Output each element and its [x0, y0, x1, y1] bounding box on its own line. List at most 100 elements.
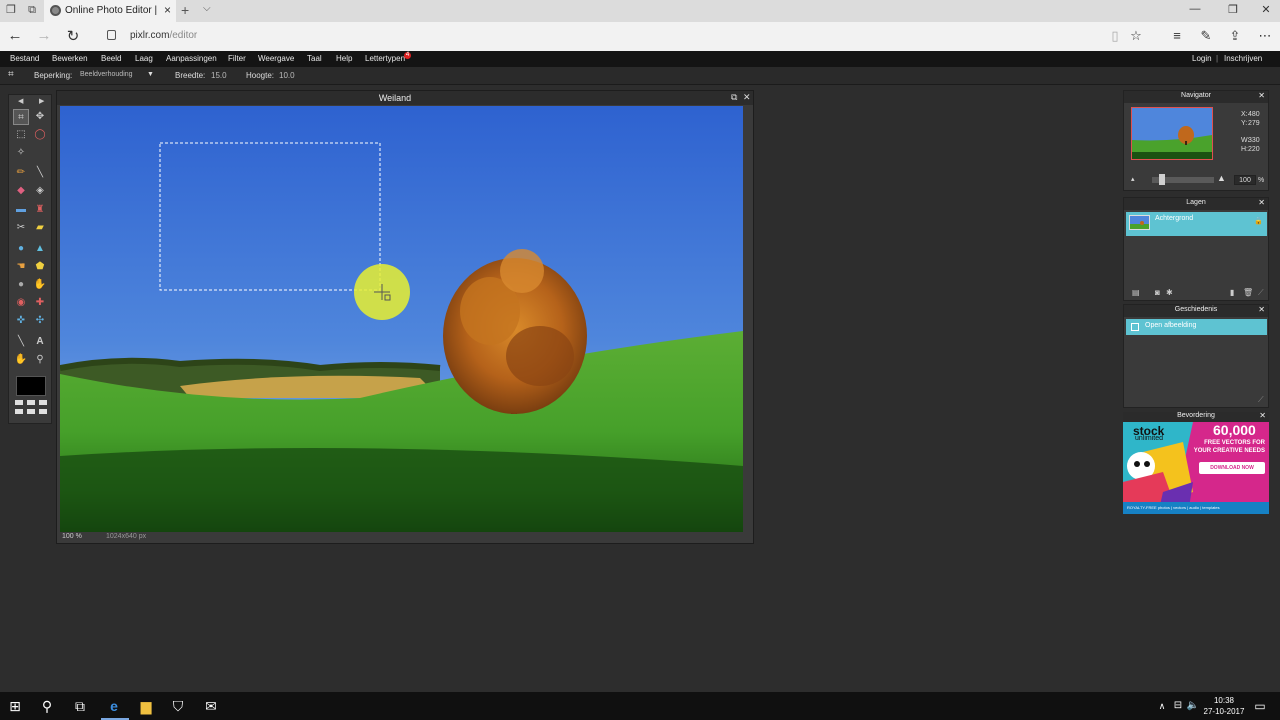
back-arrow-icon[interactable]: ←	[6, 27, 24, 44]
hub-icon[interactable]: ≡	[1168, 28, 1186, 43]
layer-styles-icon[interactable]: ✱	[1166, 288, 1173, 297]
mail-icon[interactable]: ✉	[201, 697, 221, 715]
menu-help[interactable]: Help	[336, 54, 352, 63]
new-layer-icon[interactable]: ▮	[1230, 288, 1234, 297]
more-icon[interactable]: ⋯	[1256, 28, 1274, 44]
view-grid-icon[interactable]	[27, 409, 35, 414]
menu-beeld[interactable]: Beeld	[101, 54, 121, 63]
spot-heal-icon[interactable]: ✚	[32, 295, 48, 311]
windows-start-icon[interactable]: ⊞	[5, 697, 25, 715]
menu-laag[interactable]: Laag	[135, 54, 153, 63]
history-header[interactable]: Geschiedenis ✕	[1124, 305, 1268, 317]
hand-tool-icon[interactable]: ✋	[13, 352, 29, 368]
file-explorer-icon[interactable]: ▆	[136, 697, 156, 715]
pinch-tool-icon[interactable]: ✣	[32, 313, 48, 329]
lasso-tool-icon[interactable]: ◯	[32, 127, 48, 143]
lock-icon[interactable]: 🔒	[1254, 217, 1263, 225]
view-grid-icon[interactable]	[39, 409, 47, 414]
web-note-icon[interactable]: ✎	[1197, 28, 1215, 44]
paint-bucket-icon[interactable]: ◈	[32, 183, 48, 199]
view-grid-icon[interactable]	[15, 400, 23, 405]
history-item[interactable]: Open afbeelding	[1126, 319, 1267, 335]
action-center-icon[interactable]: ▭	[1250, 697, 1270, 715]
document-close-icon[interactable]: ✕	[743, 92, 751, 103]
menu-lettertypen[interactable]: Lettertypen	[365, 54, 405, 63]
clock-date[interactable]: 27-10-2017	[1202, 707, 1246, 716]
chevron-down-icon[interactable]: ▼	[147, 71, 154, 78]
browser-tab[interactable]: Online Photo Editor | Pi ×	[44, 0, 176, 22]
bloat-tool-icon[interactable]: ✜	[13, 313, 29, 329]
chevron-down-icon[interactable]: ⌵	[203, 3, 211, 14]
panel-close-icon[interactable]: ✕	[1258, 305, 1265, 314]
refresh-icon[interactable]: ↻	[64, 27, 82, 45]
height-input[interactable]: 10.0	[279, 71, 295, 80]
toolbox-collapse-left-icon[interactable]: ◀	[18, 97, 23, 105]
width-input[interactable]: 15.0	[211, 71, 227, 80]
menu-weergave[interactable]: Weergave	[258, 54, 294, 63]
eraser-tool-icon[interactable]: ◆	[13, 183, 29, 199]
signup-link[interactable]: Inschrijven	[1224, 54, 1262, 63]
menu-bestand[interactable]: Bestand	[10, 54, 39, 63]
navigator-header[interactable]: Navigator ✕	[1124, 91, 1268, 103]
clock-time[interactable]: 10:38	[1202, 696, 1246, 705]
burn-tool-icon[interactable]: ✋	[32, 277, 48, 293]
dodge-tool-icon[interactable]: ●	[13, 277, 29, 293]
forward-arrow-icon[interactable]: →	[35, 27, 53, 44]
menu-taal[interactable]: Taal	[307, 54, 322, 63]
task-view-icon[interactable]: ⧉	[70, 697, 90, 715]
new-tab-icon[interactable]: +	[181, 2, 189, 18]
url-field[interactable]: pixlr.com/editor	[130, 30, 197, 41]
move-tool-icon[interactable]: ✥	[32, 109, 48, 125]
menu-aanpassingen[interactable]: Aanpassingen	[166, 54, 217, 63]
panel-close-icon[interactable]: ✕	[1258, 198, 1265, 207]
constraint-select[interactable]: Beeldverhouding	[80, 71, 133, 78]
resize-grip-icon[interactable]: ⟋	[1258, 395, 1264, 405]
panel-close-icon[interactable]: ✕	[1258, 91, 1265, 100]
maximize-icon[interactable]: ⧉	[731, 92, 737, 103]
advertisement-banner[interactable]: stock unlimited 60,000 FREE VECTORS FOR …	[1123, 422, 1269, 514]
favorite-star-icon[interactable]: ☆	[1127, 28, 1145, 44]
layer-item[interactable]: Achtergrond 🔒	[1126, 212, 1267, 236]
toolbox-collapse-right-icon[interactable]: ▶	[39, 97, 44, 105]
resize-grip-icon[interactable]: ⟋	[1258, 288, 1264, 298]
image-canvas[interactable]	[60, 106, 743, 532]
restore-icon[interactable]: ❐	[1225, 3, 1241, 16]
menu-bewerken[interactable]: Bewerken	[52, 54, 88, 63]
zoom-input[interactable]: 100	[1234, 175, 1256, 185]
store-icon[interactable]: ⛉	[168, 697, 188, 715]
panel-close-icon[interactable]: ✕	[1259, 411, 1266, 420]
menu-filter[interactable]: Filter	[228, 54, 246, 63]
zoom-tool-icon[interactable]: ⚲	[32, 352, 48, 368]
color-replace-icon[interactable]: ✂	[13, 220, 29, 236]
blur-tool-icon[interactable]: ●	[13, 241, 29, 257]
zoom-in-mountain-icon[interactable]: ▲	[1217, 173, 1226, 183]
red-eye-icon[interactable]: ◉	[13, 295, 29, 311]
view-grid-icon[interactable]	[27, 400, 35, 405]
layer-mask-icon[interactable]: ◙	[1155, 288, 1160, 297]
drawing-tool-icon[interactable]: ▰	[32, 220, 48, 236]
zoom-out-mountain-icon[interactable]: ▴	[1131, 175, 1135, 183]
view-grid-icon[interactable]	[39, 400, 47, 405]
document-title-bar[interactable]: Weiland ⧉ ✕	[57, 91, 753, 105]
zoom-slider-handle[interactable]	[1159, 174, 1165, 185]
color-picker-icon[interactable]: ╲	[13, 334, 29, 350]
crop-tool-icon[interactable]: ⌗	[13, 109, 29, 125]
zoom-readout[interactable]: 100 %	[62, 533, 82, 540]
reading-view-icon[interactable]: ▯	[1106, 28, 1124, 44]
gradient-tool-icon[interactable]: ▬	[13, 202, 29, 218]
sponge-tool-icon[interactable]: ⬟	[32, 259, 48, 275]
tab-manager-icon[interactable]: ❐	[5, 4, 17, 16]
smudge-tool-icon[interactable]: ☚	[13, 259, 29, 275]
share-icon[interactable]: ⇪	[1226, 28, 1244, 44]
sharpen-tool-icon[interactable]: ▲	[32, 241, 48, 257]
clone-stamp-icon[interactable]: ♜	[32, 202, 48, 218]
view-grid-icon[interactable]	[15, 409, 23, 414]
type-tool-icon[interactable]: A	[32, 334, 48, 350]
pencil-tool-icon[interactable]: ✏	[13, 165, 29, 181]
ad-download-button[interactable]: DOWNLOAD NOW	[1199, 462, 1265, 474]
navigator-thumbnail[interactable]	[1131, 107, 1213, 160]
tab-close-icon[interactable]: ×	[164, 3, 171, 17]
brush-tool-icon[interactable]: ╲	[32, 165, 48, 181]
magic-wand-icon[interactable]: ✧	[13, 145, 29, 161]
trash-icon[interactable]: 🗑	[1243, 288, 1253, 297]
